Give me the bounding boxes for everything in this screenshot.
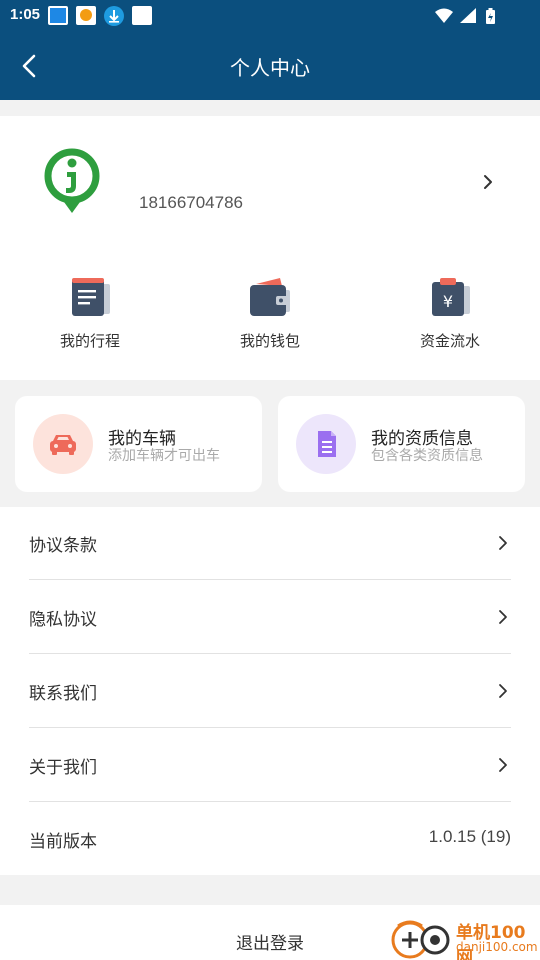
- watermark-logo-icon: [390, 918, 452, 960]
- shortcut-label: 我的行程: [59, 332, 120, 350]
- car-icon: [33, 414, 93, 474]
- shortcut-itinerary[interactable]: 我的行程: [30, 276, 150, 351]
- menu-item-label: 关于我们: [29, 758, 97, 778]
- shortcut-label: 资金流水: [419, 332, 480, 350]
- version-value: 1.0.15 (19): [428, 827, 511, 846]
- menu-item-about[interactable]: 关于我们: [29, 729, 511, 803]
- shortcut-label: 我的钱包: [239, 332, 300, 350]
- itinerary-icon: [66, 276, 114, 320]
- card-subtitle: 添加车辆才可出车: [108, 448, 220, 464]
- menu-item-contact[interactable]: 联系我们: [29, 655, 511, 729]
- chevron-right-icon: [497, 682, 509, 700]
- divider: [29, 727, 511, 728]
- phone-number: 18166704786: [139, 193, 244, 212]
- avatar-logo-icon: [40, 146, 104, 218]
- menu-item-label: 隐私协议: [29, 610, 97, 630]
- shortcut-wallet[interactable]: 我的钱包: [210, 276, 330, 351]
- fund-flow-icon: ¥: [426, 276, 474, 320]
- notification-app-icon: [132, 6, 152, 25]
- my-vehicle-card[interactable]: 我的车辆 添加车辆才可出车: [15, 396, 262, 492]
- shortcut-fund-flow[interactable]: ¥ 资金流水: [390, 276, 510, 351]
- menu-item-label: 联系我们: [29, 684, 97, 704]
- chevron-right-icon: [497, 608, 509, 626]
- wifi-icon: [435, 8, 453, 23]
- notification-app-icon: [76, 6, 96, 25]
- divider: [29, 801, 511, 802]
- menu-item-label: 协议条款: [29, 536, 97, 556]
- settings-menu: 协议条款 隐私协议 联系我们 关于我们 当前版本 1.0.15 (19): [0, 507, 540, 875]
- signal-icon: [460, 8, 476, 23]
- qualification-card[interactable]: 我的资质信息 包含各类资质信息: [278, 396, 525, 492]
- card-subtitle: 包含各类资质信息: [371, 448, 483, 464]
- notification-app-icon: [48, 6, 68, 25]
- menu-item-label: 当前版本: [29, 832, 97, 852]
- divider: [29, 579, 511, 580]
- page-title: 个人中心: [230, 56, 310, 80]
- status-time: 1:05: [10, 6, 41, 23]
- app-bar: 个人中心: [0, 32, 540, 100]
- download-icon: [104, 6, 124, 26]
- chevron-right-icon[interactable]: [480, 172, 496, 192]
- svg-text:¥: ¥: [443, 292, 453, 311]
- chevron-right-icon: [497, 534, 509, 552]
- status-bar: 1:05: [0, 0, 540, 32]
- watermark-url: danji100.com: [456, 940, 538, 954]
- watermark: 单机100网 danji100.com: [390, 918, 540, 960]
- profile-card: 18166704786 我的行程 我的钱包 ¥ 资金流水: [0, 116, 540, 380]
- menu-item-version: 当前版本 1.0.15 (19): [29, 803, 511, 877]
- status-indicators: [434, 7, 504, 29]
- document-icon: [296, 414, 356, 474]
- menu-item-agreement[interactable]: 协议条款: [29, 507, 511, 581]
- wallet-icon: [246, 276, 294, 320]
- chevron-right-icon: [497, 756, 509, 774]
- menu-item-privacy[interactable]: 隐私协议: [29, 581, 511, 655]
- divider: [29, 653, 511, 654]
